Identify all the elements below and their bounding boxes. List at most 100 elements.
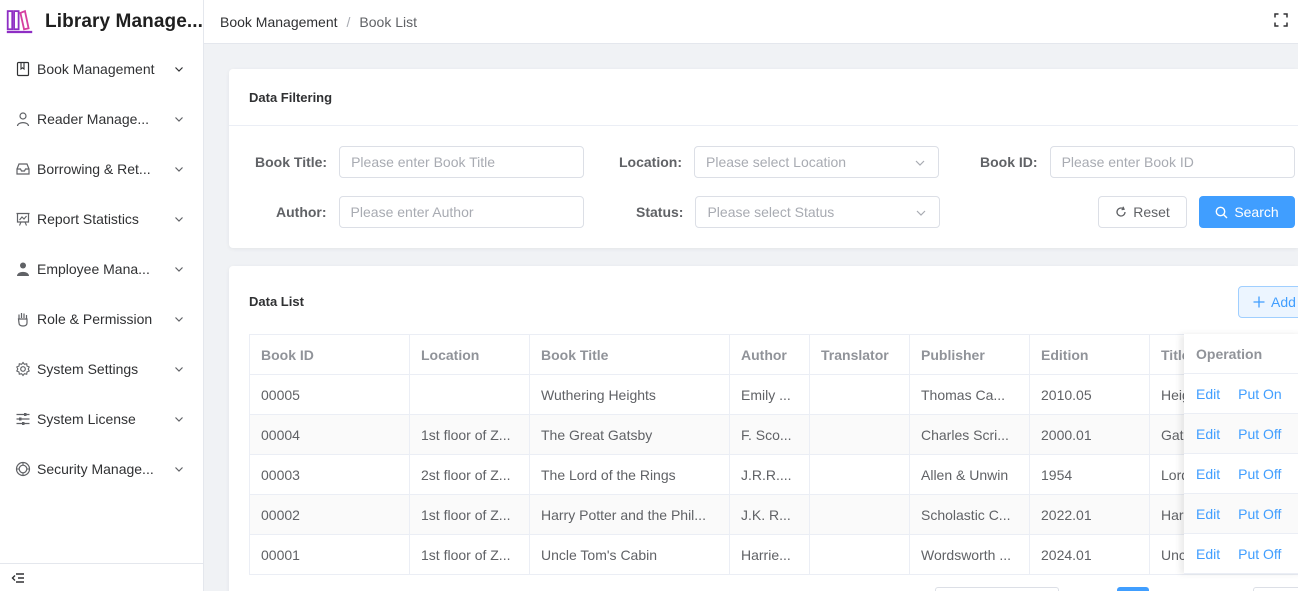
put-off-link[interactable]: Put Off: [1238, 546, 1281, 562]
sidebar-item-label: System Settings: [37, 361, 139, 377]
user-icon: [16, 112, 30, 127]
sidebar-item-book-management[interactable]: Book Management: [0, 44, 203, 94]
cell-publisher: Scholastic C...: [909, 494, 1030, 535]
sidebar-item-employee-management[interactable]: Employee Mana...: [0, 244, 203, 294]
breadcrumb-separator: /: [346, 13, 351, 30]
author-input[interactable]: Please enter Author: [338, 196, 584, 228]
collapse-sidebar-button[interactable]: [0, 563, 203, 591]
cell-translator: [809, 494, 910, 535]
column-header-location: Location: [409, 334, 530, 375]
cell-book-title: Uncle Tom's Cabin: [529, 534, 730, 575]
sliders-icon: [16, 413, 30, 425]
cell-publisher: Thomas Ca...: [909, 374, 1030, 415]
author-filter: Author: Please enter Author: [276, 196, 584, 228]
cell-location: 1st floor of Z...: [409, 494, 530, 535]
cell-book-id: 00004: [249, 414, 410, 455]
current-page-button[interactable]: [1117, 587, 1149, 591]
put-off-link[interactable]: Put Off: [1238, 426, 1281, 442]
hand-icon: [17, 313, 28, 327]
sidebar-item-label: Borrowing & Ret...: [37, 161, 151, 177]
book-title-input[interactable]: Please enter Book Title: [339, 146, 585, 178]
cell-edition: 1954: [1029, 454, 1150, 495]
chevron-down-icon: [917, 210, 926, 216]
status-placeholder: Please select Status: [707, 204, 835, 220]
put-off-link[interactable]: Put Off: [1238, 466, 1281, 482]
cell-translator: [809, 414, 910, 455]
edit-link[interactable]: Edit: [1196, 546, 1220, 562]
cell-book-id: 00003: [249, 454, 410, 495]
operation-cell: Edit Put Off: [1184, 534, 1298, 574]
table-row: 00003 2st floor of Z... The Lord of the …: [249, 454, 1298, 495]
cell-book-title: The Great Gatsby: [529, 414, 730, 455]
sidebar-item-label: Security Manage...: [37, 461, 154, 477]
edit-link[interactable]: Edit: [1196, 506, 1220, 522]
fullscreen-icon[interactable]: [1274, 13, 1288, 27]
chevron-down-icon: [175, 167, 183, 172]
search-button[interactable]: Search: [1199, 196, 1295, 228]
chevron-down-icon: [175, 217, 183, 222]
sidebar-item-report-statistics[interactable]: Report Statistics: [0, 194, 203, 244]
cell-translator: [809, 454, 910, 495]
sidebar-item-system-license[interactable]: System License: [0, 394, 203, 444]
location-select[interactable]: Please select Location: [694, 146, 939, 178]
chevron-down-icon: [915, 160, 925, 166]
operation-cell: Edit Put Off: [1184, 454, 1298, 494]
location-label: Location:: [619, 154, 682, 170]
book-table: Book ID Location Book Title Author Trans…: [249, 334, 1298, 575]
inbox-icon: [16, 163, 30, 175]
page-size-select[interactable]: [935, 587, 1059, 591]
cell-author: Harrie...: [729, 534, 810, 575]
fold-menu-icon: [11, 572, 24, 583]
top-header: Book Management / Book List: [204, 0, 1298, 44]
cell-author: F. Sco...: [729, 414, 810, 455]
operation-column: Operation Edit Put On Edit Put Off Edit …: [1184, 334, 1298, 574]
column-header-book-title: Book Title: [529, 334, 730, 375]
edit-link[interactable]: Edit: [1196, 426, 1220, 442]
sidebar-item-label: Role & Permission: [37, 311, 153, 327]
sidebar-item-reader-management[interactable]: Reader Manage...: [0, 94, 203, 144]
sidebar-item-role-permission[interactable]: Role & Permission: [0, 294, 203, 344]
status-select[interactable]: Please select Status: [695, 196, 941, 228]
add-button[interactable]: Add: [1238, 286, 1298, 318]
shield-icon: [15, 461, 31, 477]
chevron-down-icon: [175, 317, 183, 322]
sidebar-item-label: Book Management: [37, 61, 155, 77]
book-id-placeholder: Please enter Book ID: [1061, 154, 1194, 170]
breadcrumb: Book Management / Book List: [220, 14, 417, 30]
table-row: 00002 1st floor of Z... Harry Potter and…: [249, 494, 1298, 535]
gear-icon: [16, 361, 30, 377]
cell-edition: 2024.01: [1029, 534, 1150, 575]
chevron-down-icon: [175, 67, 183, 72]
cell-author: J.R.R....: [729, 454, 810, 495]
page-jump-input[interactable]: [1253, 587, 1298, 591]
put-on-link[interactable]: Put On: [1238, 386, 1282, 402]
cell-book-id: 00005: [249, 374, 410, 415]
sidebar-item-label: Employee Mana...: [37, 261, 150, 277]
reset-button[interactable]: Reset: [1098, 196, 1187, 228]
status-filter: Status: Please select Status: [636, 196, 941, 228]
location-placeholder: Please select Location: [706, 154, 847, 170]
book-title-filter: Book Title: Please enter Book Title: [255, 146, 585, 178]
author-placeholder: Please enter Author: [350, 204, 474, 220]
breadcrumb-item-book-management[interactable]: Book Management: [220, 14, 338, 30]
put-off-link[interactable]: Put Off: [1238, 506, 1281, 522]
author-label: Author:: [276, 204, 327, 220]
edit-link[interactable]: Edit: [1196, 466, 1220, 482]
sidebar-item-system-settings[interactable]: System Settings: [0, 344, 203, 394]
cell-edition: 2022.01: [1029, 494, 1150, 535]
cell-location: 1st floor of Z...: [409, 414, 530, 455]
sidebar-item-security-management[interactable]: Security Manage...: [0, 444, 203, 494]
cell-author: Emily ...: [729, 374, 810, 415]
column-header-book-id: Book ID: [249, 334, 410, 375]
reset-button-label: Reset: [1133, 204, 1170, 220]
sidebar-item-borrowing-returning[interactable]: Borrowing & Ret...: [0, 144, 203, 194]
column-header-edition: Edition: [1029, 334, 1150, 375]
edit-link[interactable]: Edit: [1196, 386, 1220, 402]
cell-book-title: Wuthering Heights: [529, 374, 730, 415]
chevron-down-icon: [175, 467, 183, 472]
cell-publisher: Charles Scri...: [909, 414, 1030, 455]
search-button-label: Search: [1234, 204, 1279, 220]
book-id-input[interactable]: Please enter Book ID: [1049, 146, 1295, 178]
cell-translator: [809, 534, 910, 575]
sidebar-item-label: Report Statistics: [37, 211, 139, 227]
